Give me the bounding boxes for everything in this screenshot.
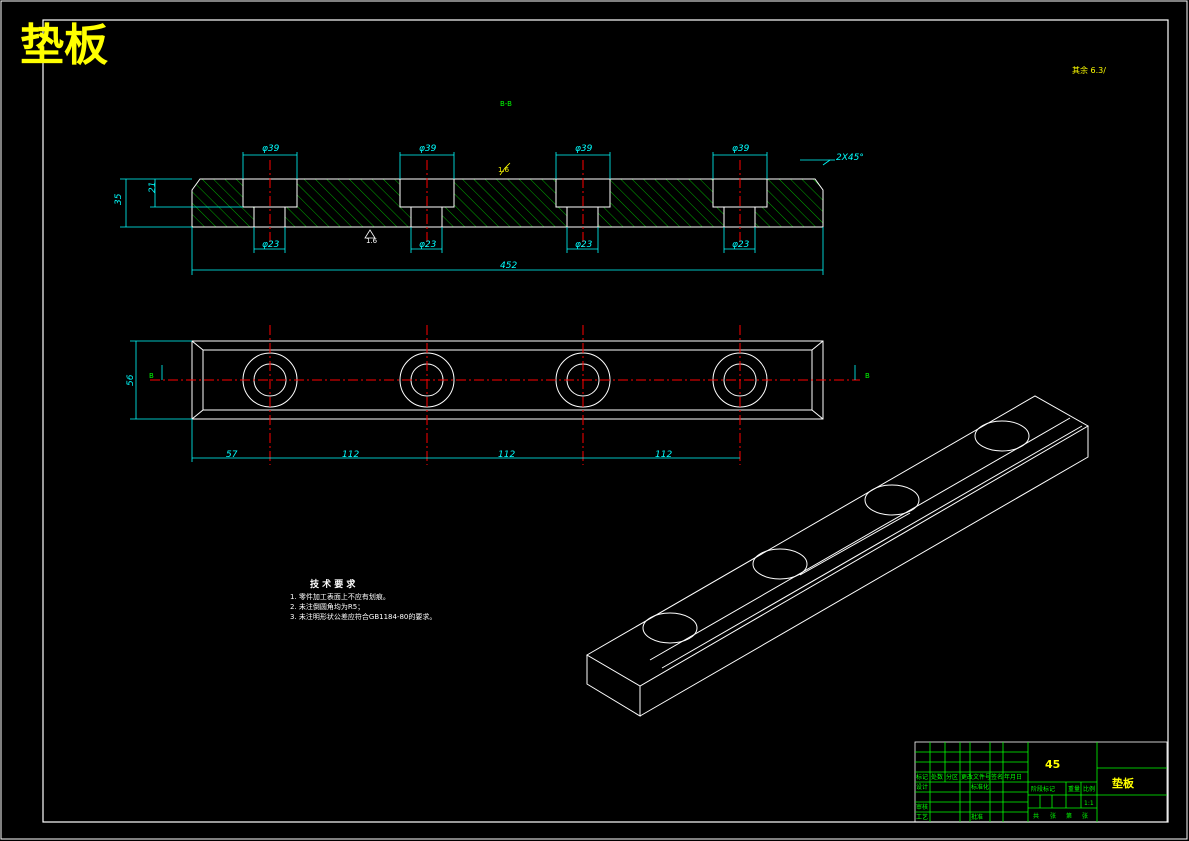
tb-label-stage: 阶段标记 (1031, 785, 1055, 793)
tb-label-review: 审核 (916, 803, 928, 811)
tb-label-weight: 重量 (1068, 785, 1080, 793)
tb-label-sign: 签名 (991, 773, 1003, 781)
dim-height-counter: 21 (148, 182, 158, 193)
isometric-view (586, 395, 1090, 717)
roughness-note: 其余 6.3/ (1072, 65, 1106, 75)
tb-label-approve: 批准 (971, 813, 983, 821)
tb-label-process: 工艺 (916, 813, 928, 821)
dim-dia-small-2: φ23 (419, 240, 437, 250)
tb-label-sheet2: 张 (1082, 812, 1088, 820)
dim-height-total: 35 (114, 193, 124, 205)
dim-width: 56 (126, 374, 136, 386)
tb-label-scale: 比例 (1083, 785, 1095, 793)
dim-dia-big-2: φ39 (419, 144, 437, 154)
tb-scale: 1:1 (1084, 800, 1094, 807)
dim-dia-small-3: φ23 (575, 240, 593, 250)
dim-dia-big-3: φ39 (575, 144, 593, 154)
top-view: 56 57 112 112 112 B B (126, 325, 870, 465)
drawing-sheet: 垫板 其余 6.3/ B-B φ39 φ39 φ39 φ39 φ23 φ23 φ… (0, 0, 1188, 840)
tb-label-count: 处数 (931, 773, 943, 781)
tech-req-item-1: 1. 零件加工表面上不应有划痕。 (290, 592, 390, 601)
roughness-bottom: 1.6 (366, 237, 378, 245)
tb-label-date: 年月日 (1004, 773, 1022, 781)
dim-pitch-3: 112 (655, 450, 672, 460)
tech-requirements: 技 术 要 求 1. 零件加工表面上不应有划痕。 2. 未注倒圆角均为R5； 3… (290, 578, 436, 621)
drawing-title: 垫板 (20, 20, 108, 71)
section-mark-left: B (149, 372, 154, 380)
tech-req-item-3: 3. 未注明形状公差应符合GB1184-80的要求。 (290, 612, 436, 621)
section-label: B-B (500, 100, 512, 108)
section-view: φ39 φ39 φ39 φ39 φ23 φ23 φ23 φ23 452 35 2… (114, 144, 864, 275)
tech-req-item-2: 2. 未注倒圆角均为R5； (290, 602, 364, 611)
dim-dia-big-1: φ39 (262, 144, 280, 154)
dim-pitch-2: 112 (498, 450, 515, 460)
tb-row-labels: 标记 处数 分区 更改文件号 签名 年月日 设计 审核 工艺 标准化 批准 阶段… (916, 773, 1095, 821)
tb-label-sheet1: 张 (1050, 812, 1056, 820)
tb-label-standard: 标准化 (971, 783, 989, 791)
tb-label-zone: 分区 (946, 773, 958, 781)
dim-pitch-1: 112 (342, 450, 359, 460)
tb-material: 45 (1045, 758, 1060, 771)
dim-dia-small-1: φ23 (262, 240, 280, 250)
tb-label-change: 更改文件号 (961, 773, 991, 781)
outer-border (0, 0, 1188, 840)
tb-label-no: 第 (1066, 812, 1072, 820)
dim-length: 452 (500, 261, 517, 271)
tb-label-total: 共 (1033, 812, 1039, 820)
dim-dia-small-4: φ23 (732, 240, 750, 250)
tb-label-design: 设计 (916, 783, 928, 791)
tb-label-mark: 标记 (916, 773, 928, 781)
tb-part-name: 垫板 (1112, 776, 1135, 790)
tech-req-heading: 技 术 要 求 (310, 578, 356, 590)
dim-dia-big-4: φ39 (732, 144, 750, 154)
dim-chamfer: 2X45° (836, 153, 864, 163)
section-mark-right: B (865, 372, 870, 380)
dim-pitch-first: 57 (226, 450, 238, 460)
